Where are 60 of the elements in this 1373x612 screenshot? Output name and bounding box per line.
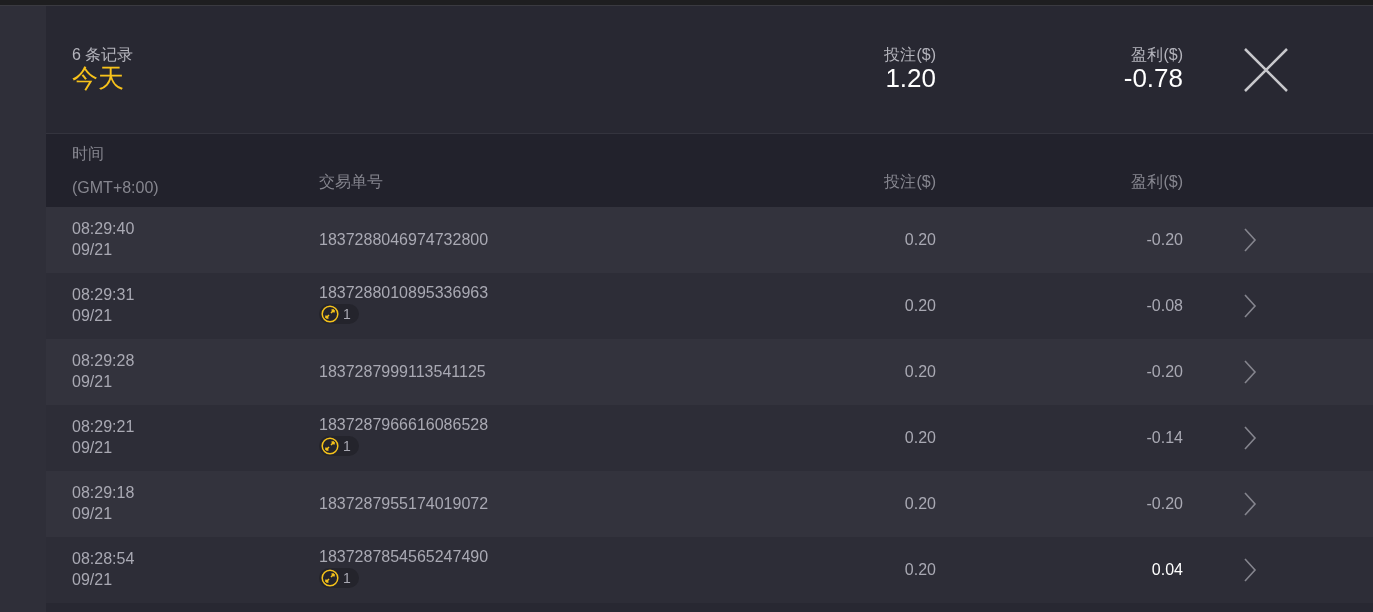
order-id: 1837287999113541125 — [319, 361, 487, 382]
order-id: 1837287955174019072 — [319, 493, 490, 514]
arrows-icon — [321, 305, 339, 323]
date-text: 09/21 — [72, 306, 114, 326]
date-text: 09/21 — [72, 438, 114, 458]
record-count: 6 条记录 — [72, 46, 135, 64]
stake-value: 0.20 — [904, 296, 936, 314]
chevron-right-icon[interactable] — [1243, 294, 1257, 318]
stake-header: 投注($) — [884, 172, 936, 190]
chevron-right-icon[interactable] — [1243, 558, 1257, 582]
table-row[interactable]: 08:29:21 09/21 1837287966616086528 1 0.20 -0.14 — [46, 405, 1373, 471]
table-row[interactable]: 08:29:28 09/21 1837287999113541125 0.20 -0.20 — [46, 339, 1373, 405]
date-text: 09/21 — [72, 504, 114, 524]
count-badge: 1 — [319, 436, 359, 456]
stake-value: 0.20 — [904, 494, 936, 512]
table-row[interactable]: 08:29:40 09/21 1837288046974732800 0.20 -0.20 — [46, 207, 1373, 273]
count-badge: 1 — [319, 568, 359, 588]
profit-value: -0.20 — [1146, 230, 1183, 248]
chevron-right-icon[interactable] — [1243, 360, 1257, 384]
stake-value: 0.20 — [904, 428, 936, 446]
profit-value: -0.20 — [1146, 494, 1183, 512]
stake-value: 0.20 — [904, 560, 936, 578]
order-id: 1837287966616086528 — [319, 415, 490, 436]
time-header: 时间 — [72, 143, 105, 164]
chevron-right-icon[interactable] — [1243, 492, 1257, 516]
table-row[interactable]: 08:28:54 09/21 1837287854565247490 1 0.20 0.04 — [46, 537, 1373, 603]
time-text: 08:29:18 — [72, 483, 136, 504]
time-text: 08:29:31 — [72, 285, 136, 306]
profit-value: -0.20 — [1146, 362, 1183, 380]
period-title: 今天 — [72, 64, 125, 93]
time-text: 08:29:40 — [72, 219, 136, 240]
date-text: 09/21 — [72, 240, 114, 260]
profit-value: -0.14 — [1146, 428, 1183, 446]
time-text: 08:28:54 — [72, 549, 136, 570]
profit-value: 0.04 — [1151, 560, 1183, 578]
profit-label: 盈利($) — [1130, 46, 1183, 64]
arrows-icon — [321, 437, 339, 455]
profit-total: -0.78 — [1122, 64, 1183, 93]
profit-header: 盈利($) — [1131, 172, 1183, 190]
stake-value: 0.20 — [904, 362, 936, 380]
arrows-icon — [321, 569, 339, 587]
profit-value: -0.08 — [1146, 296, 1183, 314]
order-id: 1837288010895336963 — [319, 283, 490, 304]
stake-value: 0.20 — [904, 230, 936, 248]
date-text: 09/21 — [72, 570, 114, 590]
close-icon[interactable] — [1243, 46, 1289, 93]
table-row[interactable]: 08:29:31 09/21 1837288010895336963 1 0.20 -0.08 — [46, 273, 1373, 339]
order-id-header: 交易单号 — [319, 172, 383, 190]
count-badge: 1 — [319, 304, 359, 324]
stake-total: 1.20 — [884, 64, 936, 93]
stake-label: 投注($) — [883, 46, 936, 64]
order-id: 1837287854565247490 — [319, 547, 490, 568]
time-text: 08:29:21 — [72, 417, 136, 438]
table-row[interactable]: 08:29:18 09/21 1837287955174019072 0.20 -0.20 — [46, 471, 1373, 537]
chevron-right-icon[interactable] — [1243, 228, 1257, 252]
time-text: 08:29:28 — [72, 351, 136, 372]
timezone-label: (GMT+8:00) — [72, 177, 160, 198]
order-id: 1837288046974732800 — [319, 229, 490, 250]
date-text: 09/21 — [72, 372, 114, 392]
chevron-right-icon[interactable] — [1243, 426, 1257, 450]
